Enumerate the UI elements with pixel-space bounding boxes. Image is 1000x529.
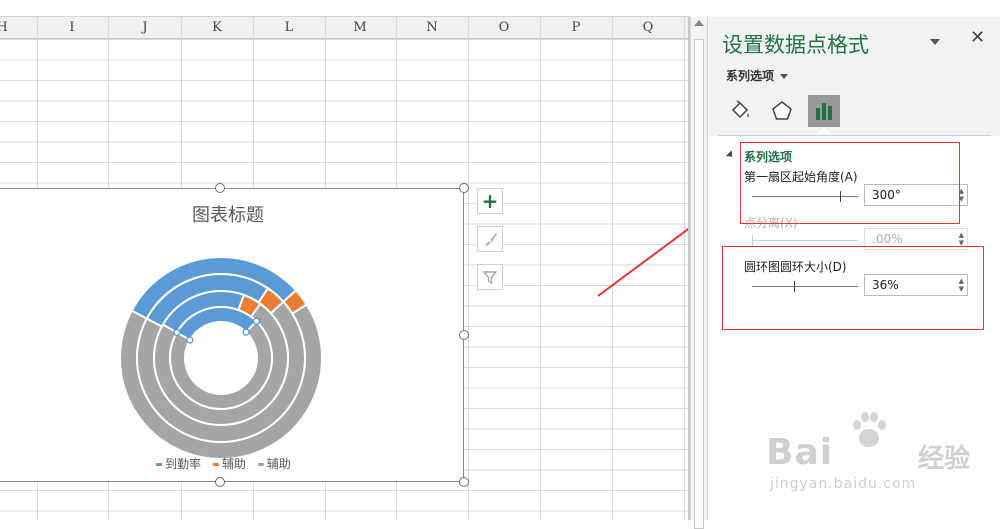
legend-entry: 到勤率 [156,455,201,472]
selection-handle[interactable] [242,328,250,336]
tab-fill-line[interactable] [724,95,756,127]
baidu-watermark: Bai du 经验 jingyan.baidu.com [766,410,996,510]
column-header-H[interactable]: H [0,20,8,35]
series-options-dropdown-label: 系列选项 [726,69,775,83]
resize-handle-top-right[interactable] [459,183,469,193]
spinner-arrows-icon: ▲ ▼ [958,231,964,247]
column-header-O[interactable]: O [499,20,510,35]
annotation-box-hole-size [722,246,984,330]
chart-filters-button[interactable] [477,264,503,290]
chevron-down-icon [780,74,789,79]
legend-entry: 辅助 [212,455,246,472]
legend-swatch-orange [212,463,219,466]
chart-elements-button[interactable]: + [477,188,503,214]
legend-swatch-gray [257,463,264,466]
annotation-box-first-angle [740,142,960,224]
pane-tab-row [724,95,984,135]
series-options-dropdown[interactable]: 系列选项 [726,67,789,84]
vertical-scrollbar[interactable] [690,17,707,529]
scroll-up-icon[interactable] [694,20,704,26]
tab-pointer [816,127,832,135]
selection-handle[interactable] [186,336,194,344]
collapse-triangle-icon[interactable] [725,150,736,160]
tab-series-options[interactable] [808,95,840,135]
pane-title: 设置数据点格式 [722,33,869,57]
resize-handle-bottom[interactable] [215,477,225,487]
pentagon-icon [772,101,792,120]
pane-options-chevron-icon[interactable] [930,39,940,45]
filter-icon [482,271,498,285]
column-header-N[interactable]: N [426,20,437,35]
legend-label: 辅助 [266,457,291,471]
brush-icon [485,233,497,246]
doughnut-plot[interactable] [0,189,465,483]
doughnut-chart[interactable]: 图表标题 到勤率 辅助 辅助 [0,188,464,482]
column-header-P[interactable]: P [572,20,581,35]
column-header-I[interactable]: I [69,20,74,35]
watermark-url: jingyan.baidu.com [770,476,917,492]
baidu-logo-text: Bai [766,432,834,473]
grid-line [540,17,541,520]
legend-label: 辅助 [221,457,246,471]
column-header-J[interactable]: J [142,20,147,35]
legend-swatch-blue [156,463,162,466]
scrollbar-thumb[interactable] [694,39,704,529]
column-header-M[interactable]: M [353,20,366,35]
spreadsheet-area: H I J K L M N O P Q 图表标题 到勤率 辅助 辅助 + [0,0,690,520]
chart-styles-button[interactable] [477,226,503,252]
resize-handle-top[interactable] [215,183,225,193]
column-header-Q[interactable]: Q [643,20,654,35]
resize-handle-right[interactable] [459,330,469,340]
tab-effects[interactable] [766,95,798,127]
baidu-paw-icon [853,412,886,447]
chart-legend[interactable]: 到勤率 辅助 辅助 [156,455,299,472]
paint-bucket-icon [731,100,749,119]
point-explosion-value: .00% [872,232,903,246]
formula-strip [0,0,690,17]
selection-handle[interactable] [173,328,181,337]
column-header-K[interactable]: K [212,20,222,35]
legend-label: 到勤率 [165,457,202,471]
column-header-row: H I J K L M N O P Q [0,17,690,39]
resize-handle-bottom-right[interactable] [459,477,469,487]
plus-icon: + [481,189,499,213]
grid-line [684,17,685,520]
selection-handle[interactable] [252,317,261,325]
baidu-jingyan-text: 经验 [918,444,971,474]
grid-line [612,17,613,520]
close-icon[interactable]: ✕ [970,27,985,48]
grid-line [468,17,469,520]
column-header-L[interactable]: L [285,20,294,35]
legend-entry: 辅助 [257,455,291,472]
point-explosion-slider [752,235,858,246]
slider-knob [752,235,753,246]
bar-chart-icon [816,103,832,120]
